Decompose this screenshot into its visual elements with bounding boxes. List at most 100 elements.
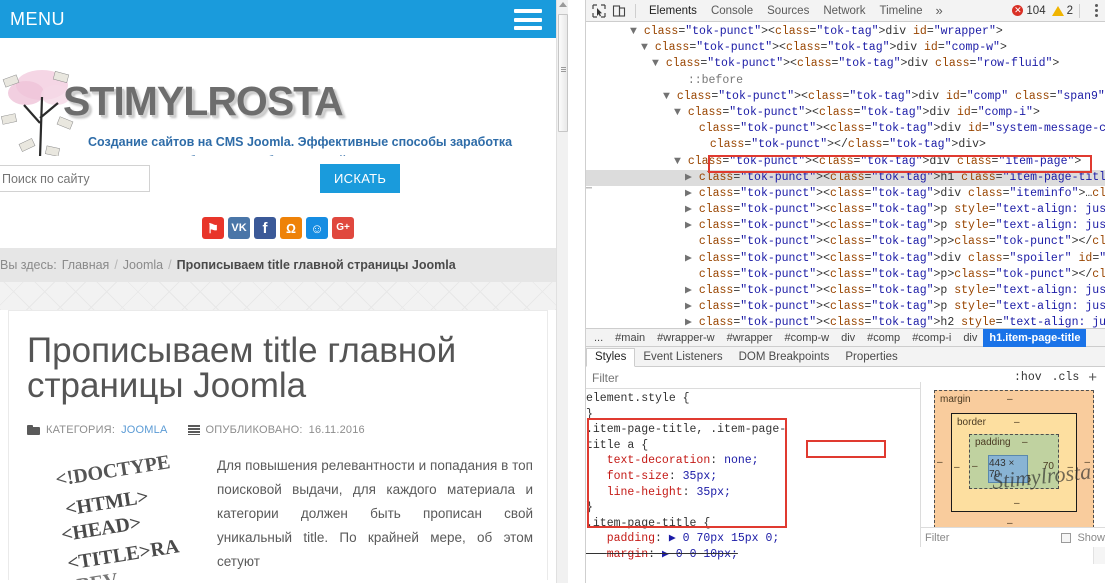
border-label: border (957, 417, 986, 428)
device-toolbar-icon[interactable] (609, 2, 629, 20)
code-art-line-1: <!DOCTYPE (53, 454, 172, 491)
breadcrumb-separator: / (114, 258, 118, 272)
dom-crumb[interactable]: div (835, 329, 861, 347)
toolbar-divider (1079, 3, 1080, 18)
dom-crumb[interactable]: #comp-i (906, 329, 957, 347)
search-input[interactable] (0, 165, 150, 192)
article-paragraph: Для повышения релевантности и попадания … (217, 458, 533, 569)
website-scrollbar[interactable] (556, 0, 568, 583)
article-title: Прописываем title главной страницы Jooml… (27, 331, 457, 405)
tab-elements[interactable]: Elements (642, 1, 704, 21)
scroll-up-arrow-icon[interactable] (559, 2, 567, 7)
error-icon: ✕ (1012, 5, 1024, 16)
website-content: MENU STIMYLROSTA Создание сайтов на CMS … (0, 0, 556, 583)
tab-console[interactable]: Console (704, 1, 760, 21)
toolbar-divider (635, 3, 636, 18)
margin-top-value[interactable]: – (1007, 394, 1013, 405)
mail-ru-icon[interactable]: ☺ (306, 217, 328, 239)
dom-crumb[interactable]: #main (609, 329, 651, 347)
dom-node[interactable]: class="tok-punct"><class="tok-tag">p>cla… (586, 234, 1105, 250)
social-share-row: ⚑ VK f Ω ☺ G+ (0, 208, 556, 248)
facebook-icon[interactable]: f (254, 217, 276, 239)
error-count-badge[interactable]: ✕ 104 (1012, 5, 1046, 17)
odnoklassniki-icon[interactable]: Ω (280, 217, 302, 239)
border-left-value[interactable]: – (954, 462, 960, 473)
google-plus-icon[interactable]: G+ (332, 217, 354, 239)
dom-crumb[interactable]: #comp-w (778, 329, 835, 347)
computed-filter-bar: Filter Show (921, 527, 1105, 547)
dom-node[interactable]: ▶ class="tok-punct"><class="tok-tag">p s… (586, 202, 1105, 218)
dom-node[interactable]: class="tok-punct"><class="tok-tag">p>cla… (586, 267, 1105, 283)
breadcrumb-separator: / (168, 258, 172, 272)
hamburger-menu-icon[interactable] (514, 9, 542, 30)
tab-styles[interactable]: Styles (586, 348, 636, 367)
dom-node-selected[interactable]: ▶ class="tok-punct"><class="tok-tag">h1 … (586, 169, 1105, 186)
article-body: <!DOCTYPE <HTML> <HEAD> <TITLE>RA BEV Дл… (9, 436, 547, 580)
dom-node[interactable]: ▶ class="tok-punct"><class="tok-tag">h2 … (586, 315, 1105, 328)
dom-crumb[interactable]: h1.item-page-title (983, 328, 1087, 347)
dom-node[interactable]: class="tok-punct"><class="tok-tag">div i… (586, 121, 1105, 137)
tab-event-listeners[interactable]: Event Listeners (635, 349, 730, 366)
dom-node[interactable]: ▼ class="tok-punct"><class="tok-tag">div… (586, 56, 1105, 72)
menu-label[interactable]: MENU (0, 9, 65, 30)
dom-node[interactable]: ▼ class="tok-punct"><class="tok-tag">div… (586, 105, 1105, 121)
show-all-checkbox[interactable] (1061, 532, 1072, 543)
site-header: STIMYLROSTA Создание сайтов на CMS Jooml… (0, 38, 556, 156)
more-tabs-icon[interactable]: » (930, 3, 949, 18)
padding-top-value[interactable]: – (1022, 437, 1028, 448)
dom-node[interactable]: ▶ class="tok-punct"><class="tok-tag">p s… (586, 283, 1105, 299)
dom-node[interactable]: class="tok-punct"></class="tok-tag">div> (586, 137, 1105, 153)
scrollbar-thumb[interactable] (558, 14, 568, 132)
dom-crumb[interactable]: ... (588, 329, 609, 347)
dom-node[interactable]: ::before (586, 73, 1105, 89)
css-declaration[interactable]: margin: ▶ 0 0 10px; (586, 547, 1105, 563)
tab-network[interactable]: Network (816, 1, 872, 21)
warning-count-badge[interactable]: 2 (1051, 4, 1073, 17)
article-published-value: 16.11.2016 (308, 424, 365, 436)
dom-node[interactable]: ▶ class="tok-punct"><class="tok-tag">p s… (586, 218, 1105, 234)
dom-node[interactable]: ▶ class="tok-punct"><class="tok-tag">div… (586, 186, 1105, 202)
bookmark-icon[interactable]: ⚑ (202, 217, 224, 239)
styles-tab-bar: Styles Event Listeners DOM Breakpoints P… (586, 347, 1105, 367)
box-model-panel: margin – – – – border – – – – padding – … (920, 382, 1105, 547)
article-card: Прописываем title главной страницы Jooml… (8, 310, 548, 580)
dom-node[interactable]: ▼ class="tok-punct"><class="tok-tag">div… (586, 154, 1105, 170)
dom-crumb[interactable]: #comp (861, 329, 906, 347)
tab-sources[interactable]: Sources (760, 1, 816, 21)
devtools-menu-icon[interactable] (1086, 4, 1105, 17)
site-logo-text[interactable]: STIMYLROSTA (63, 78, 344, 125)
breadcrumb-item-joomla[interactable]: Joomla (123, 258, 163, 272)
warning-count-value: 2 (1066, 4, 1073, 17)
breadcrumb: Вы здесь: Главная / Joomla / Прописываем… (0, 248, 556, 282)
dom-crumb[interactable]: #wrapper (721, 329, 779, 347)
dom-node[interactable]: ▶ class="tok-punct"><class="tok-tag">div… (586, 251, 1105, 267)
dom-crumb[interactable]: #wrapper-w (651, 329, 720, 347)
tab-dom-breakpoints[interactable]: DOM Breakpoints (731, 349, 838, 366)
list-lines-icon (187, 425, 200, 435)
website-pane: MENU STIMYLROSTA Создание сайтов на CMS … (0, 0, 568, 583)
breadcrumb-prefix: Вы здесь: (0, 258, 57, 272)
border-top-value[interactable]: – (1014, 417, 1020, 428)
dom-breadcrumb-bar[interactable]: ... #main #wrapper-w #wrapper #comp-w div #com… (586, 328, 1105, 347)
padding-left-value[interactable]: – (972, 461, 978, 472)
page-background-texture (0, 282, 556, 310)
dom-crumb[interactable]: div (957, 329, 983, 347)
dom-node[interactable]: ▶ class="tok-punct"><class="tok-tag">p s… (586, 299, 1105, 315)
computed-filter-input[interactable]: Filter (925, 532, 949, 544)
margin-left-value[interactable]: – (937, 457, 943, 468)
warning-icon (1051, 5, 1064, 16)
search-button[interactable]: ИСКАТЬ (320, 164, 401, 193)
tab-properties[interactable]: Properties (837, 349, 905, 366)
screenshot-root: MENU STIMYLROSTA Создание сайтов на CMS … (0, 0, 1105, 583)
dom-node[interactable]: ▼ class="tok-punct"><class="tok-tag">div… (586, 40, 1105, 56)
dom-tree[interactable]: ⋯ ▼ class="tok-punct"><class="tok-tag">d… (586, 22, 1105, 328)
dom-overflow-dots: ⋯ (586, 184, 593, 195)
dom-node[interactable]: ▼ class="tok-punct"><class="tok-tag">div… (586, 24, 1105, 40)
article-category-value[interactable]: JOOMLA (121, 424, 167, 436)
tab-timeline[interactable]: Timeline (873, 1, 930, 21)
dom-node[interactable]: ▼ class="tok-punct"><class="tok-tag">div… (586, 89, 1105, 105)
inspect-cursor-icon[interactable] (589, 2, 609, 20)
vkontakte-icon[interactable]: VK (228, 217, 250, 239)
breadcrumb-item-home[interactable]: Главная (62, 258, 110, 272)
folder-icon (27, 425, 40, 435)
